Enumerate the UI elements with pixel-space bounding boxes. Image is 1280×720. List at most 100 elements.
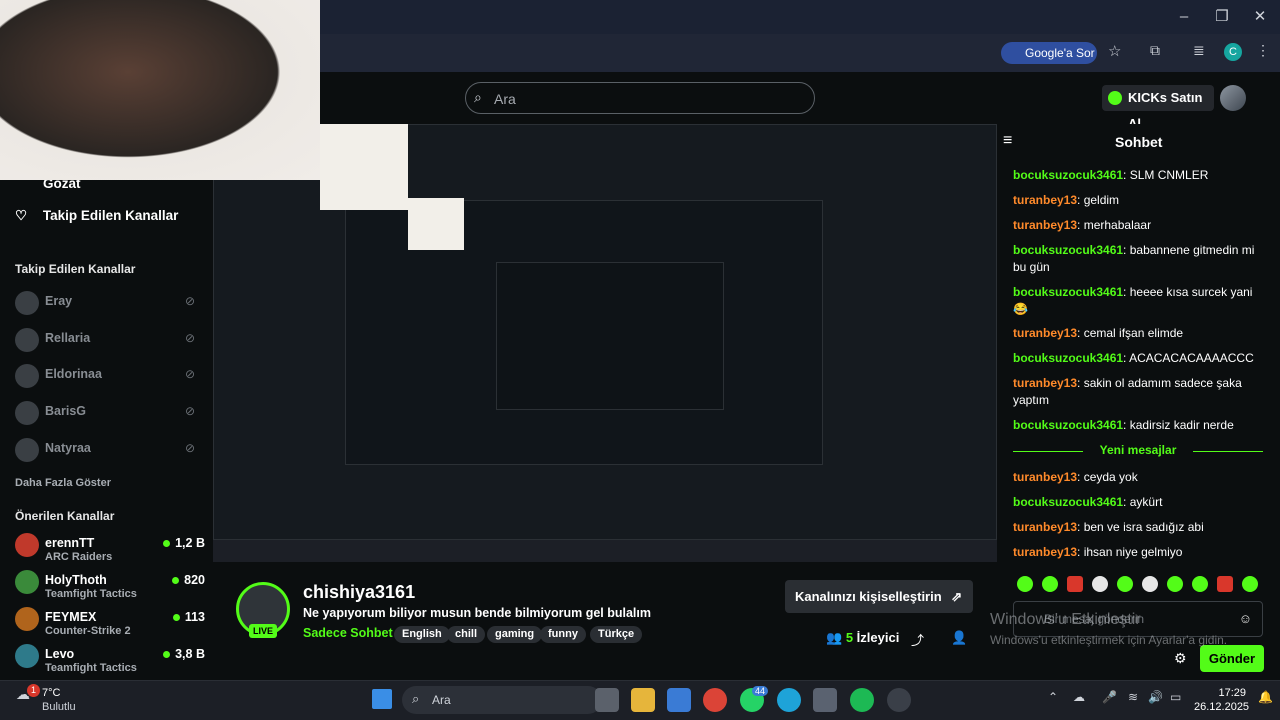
search-input[interactable]: Ara	[494, 91, 516, 107]
channel-name: Natyraa	[45, 441, 91, 455]
send-button[interactable]: Gönder	[1200, 645, 1264, 672]
sidebar-item-rellaria[interactable]: Rellaria ⊘	[15, 328, 205, 358]
emote-icon[interactable]	[1192, 576, 1208, 592]
weather-desc: Bulutlu	[42, 701, 76, 713]
following-title: Takip Edilen Kanallar	[15, 262, 136, 276]
collapse-chat-icon[interactable]: ≡	[1003, 132, 1012, 150]
chat-message: bocuksuzocuk3461: heeee kısa surcek yani…	[1013, 285, 1253, 316]
emote-icon[interactable]	[1067, 576, 1083, 592]
emote-icon[interactable]	[1167, 576, 1183, 592]
store-icon[interactable]	[667, 688, 691, 712]
emote-icon[interactable]	[1092, 576, 1108, 592]
share-icon[interactable]: ⤴	[911, 630, 924, 649]
show-more-link[interactable]: Daha Fazla Göster	[15, 477, 111, 489]
emote-bar	[1013, 574, 1268, 596]
file-explorer-icon[interactable]	[631, 688, 655, 712]
microphone-icon[interactable]: 🎤	[1102, 690, 1117, 704]
emote-icon[interactable]	[1217, 576, 1233, 592]
new-messages-divider: Yeni mesajlar	[1013, 443, 1263, 459]
stream-title: Ne yapıyorum biliyor musun bende bilmiyo…	[303, 606, 651, 620]
tab-search-icon[interactable]: ≣	[1193, 42, 1205, 59]
streamer-name[interactable]: chishiya3161	[303, 582, 415, 603]
chat-header: ≡ Sohbet	[1003, 132, 1280, 154]
emote-icon[interactable]	[1017, 576, 1033, 592]
sidebar-item-feymex[interactable]: FEYMEX Counter-Strike 2 113	[15, 607, 205, 639]
emote-icon[interactable]	[1242, 576, 1258, 592]
search-icon: ⌕	[412, 691, 420, 706]
stream-category[interactable]: Sadece Sohbet	[303, 626, 393, 640]
avatar	[15, 644, 39, 668]
menu-icon[interactable]: ⋮	[1256, 42, 1270, 59]
emote-icon[interactable]	[1142, 576, 1158, 592]
windows-start-icon[interactable]	[372, 689, 392, 709]
profile-icon[interactable]: C	[1224, 43, 1242, 61]
chat-message: bocuksuzocuk3461: kadirsiz kadir nerde	[1013, 418, 1234, 432]
chat-title: Sohbet	[1115, 134, 1163, 150]
offline-icon: ⊘	[185, 404, 196, 418]
kicks-icon	[1108, 91, 1122, 105]
sidebar-item-eray[interactable]: Eray ⊘	[15, 291, 205, 321]
sidebar-item-erenntt[interactable]: erennTT ARC Raiders 1,2 B	[15, 533, 205, 565]
tag[interactable]: gaming	[487, 626, 543, 643]
viewer-count: 1,2 B	[163, 536, 205, 550]
onedrive-icon[interactable]: ☁	[1073, 690, 1085, 704]
channel-name: HolyThoth	[45, 573, 107, 587]
chrome-icon[interactable]	[703, 688, 727, 712]
whatsapp-badge: 44	[752, 686, 769, 696]
chat-message: bocuksuzocuk3461: SLM CNMLER	[1013, 168, 1209, 182]
avatar	[15, 328, 39, 352]
settings-icon[interactable]: ⚙	[1174, 650, 1187, 667]
notification-badge: 1	[27, 684, 40, 697]
tag[interactable]: English	[394, 626, 450, 643]
customize-channel-button[interactable]: Kanalınızı kişiselleştirin ⇗	[785, 580, 973, 613]
chat-message: bocuksuzocuk3461: babannene gitmedin mi …	[1013, 243, 1255, 274]
clock-date[interactable]: 26.12.2025	[1194, 701, 1249, 713]
taskbar-search-input[interactable]: Ara	[432, 693, 451, 707]
ask-google-button[interactable]: Google'a Sor	[1001, 42, 1097, 64]
calculator-icon[interactable]	[813, 688, 837, 712]
extensions-icon[interactable]: ⧉	[1150, 42, 1160, 59]
sidebar-item-natyraa[interactable]: Natyraa ⊘	[15, 438, 205, 468]
avatar	[15, 438, 39, 462]
task-view-icon[interactable]	[595, 688, 619, 712]
follow-icon[interactable]: 👤	[951, 630, 967, 646]
chat-message: turanbey13: sakin ol adamım sadece şaka …	[1013, 376, 1242, 407]
chat-message: turanbey13: cemal ifşan elimde	[1013, 326, 1184, 340]
sidebar-item-barisg[interactable]: BarisG ⊘	[15, 401, 205, 431]
close-icon[interactable]: ✕	[1248, 6, 1272, 28]
emote-icon[interactable]	[1117, 576, 1133, 592]
edge-icon[interactable]	[777, 688, 801, 712]
battery-icon[interactable]: ▭	[1170, 690, 1181, 704]
taskbar-search[interactable]: ⌕ Ara	[402, 686, 602, 714]
sidebar-item-holythoth[interactable]: HolyThoth Teamfight Tactics 820	[15, 570, 205, 602]
tag[interactable]: chill	[447, 626, 486, 643]
tag[interactable]: Türkçe	[590, 626, 643, 643]
maximize-icon[interactable]: ❐	[1210, 6, 1234, 28]
volume-icon[interactable]: 🔊	[1148, 690, 1163, 704]
chat-message: turanbey13: merhabalaar	[1013, 218, 1152, 232]
search-box[interactable]: ⌕ Ara	[465, 82, 815, 114]
emote-icon[interactable]	[1042, 576, 1058, 592]
notifications-icon[interactable]: 🔔	[1258, 690, 1273, 704]
tray-chevron-icon[interactable]: ⌃	[1048, 690, 1058, 704]
nav-following[interactable]: ♡ Takip Edilen Kanallar	[15, 208, 178, 224]
kicks-buy-button[interactable]: KICKs Satın Al	[1102, 85, 1214, 131]
star-icon[interactable]: ☆	[1108, 42, 1121, 60]
chat-message: bocuksuzocuk3461: ACACACACAAAACCC	[1013, 351, 1254, 365]
app-icon[interactable]	[887, 688, 911, 712]
user-avatar[interactable]	[1220, 85, 1246, 111]
activation-watermark-detail: Windows'u etkinleştirmek için Ayarlar'a …	[990, 633, 1228, 647]
emoji-icon[interactable]: ☺	[1239, 611, 1252, 626]
sidebar-item-eldorinaa[interactable]: Eldorinaa ⊘	[15, 364, 205, 394]
clock-time[interactable]: 17:29	[1218, 687, 1246, 699]
tag[interactable]: funny	[540, 626, 586, 643]
chat-message: bocuksuzocuk3461: aykürt	[1013, 495, 1163, 509]
spotify-icon[interactable]	[850, 688, 874, 712]
channel-game: Teamfight Tactics	[45, 662, 137, 674]
customize-label: Kanalınızı kişiselleştirin	[795, 589, 942, 604]
activation-watermark: Windows'u Etkinleştir	[990, 611, 1141, 628]
minimize-icon[interactable]: –	[1172, 6, 1196, 28]
wifi-icon[interactable]: ≋	[1128, 690, 1138, 704]
sidebar-item-levo[interactable]: Levo Teamfight Tactics 3,8 B	[15, 644, 205, 676]
chat-message: turanbey13: ceyda yok	[1013, 470, 1138, 484]
